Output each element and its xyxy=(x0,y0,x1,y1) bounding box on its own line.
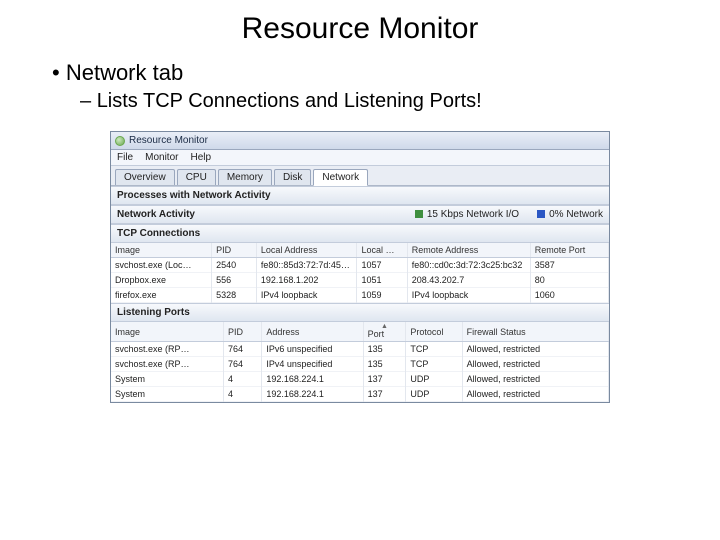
lp-col-image[interactable]: Image xyxy=(111,322,224,342)
tcp-connections-table: Image PID Local Address Local … Remote A… xyxy=(111,243,609,303)
tab-disk[interactable]: Disk xyxy=(274,169,311,185)
tcp-col-remote-address[interactable]: Remote Address xyxy=(407,243,530,258)
swatch-blue-icon xyxy=(537,210,545,218)
section-tcp-title: TCP Connections xyxy=(117,228,200,239)
table-row[interactable]: System 4 192.168.224.1 137 UDP Allowed, … xyxy=(111,387,609,402)
lp-header-row: Image PID Address ▲Port Protocol Firewal… xyxy=(111,322,609,342)
section-listening-header[interactable]: Listening Ports xyxy=(111,303,609,322)
menu-monitor[interactable]: Monitor xyxy=(145,152,178,163)
swatch-green-icon xyxy=(415,210,423,218)
bullet-level-1: Network tab xyxy=(52,60,690,86)
table-row[interactable]: System 4 192.168.224.1 137 UDP Allowed, … xyxy=(111,372,609,387)
table-row[interactable]: svchost.exe (Loc… 2540 fe80::85d3:72:7d:… xyxy=(111,258,609,273)
menu-file[interactable]: File xyxy=(117,152,133,163)
tcp-col-local-address[interactable]: Local Address xyxy=(256,243,357,258)
lp-col-port[interactable]: ▲Port xyxy=(363,322,406,342)
slide-title: Resource Monitor xyxy=(30,12,690,46)
section-processes-header[interactable]: Processes with Network Activity xyxy=(111,186,609,205)
tcp-col-image[interactable]: Image xyxy=(111,243,212,258)
menubar: File Monitor Help xyxy=(111,150,609,166)
tab-memory[interactable]: Memory xyxy=(218,169,272,185)
section-activity-title: Network Activity xyxy=(117,209,195,220)
tcp-header-row: Image PID Local Address Local … Remote A… xyxy=(111,243,609,258)
tabbar: Overview CPU Memory Disk Network xyxy=(111,166,609,186)
lp-col-pid[interactable]: PID xyxy=(224,322,262,342)
bullet-level-2: Lists TCP Connections and Listening Port… xyxy=(80,90,690,113)
tab-network[interactable]: Network xyxy=(313,169,368,186)
lp-col-protocol[interactable]: Protocol xyxy=(406,322,462,342)
lp-col-firewall[interactable]: Firewall Status xyxy=(462,322,608,342)
tab-overview[interactable]: Overview xyxy=(115,169,175,185)
table-row[interactable]: firefox.exe 5328 IPv4 loopback 1059 IPv4… xyxy=(111,288,609,303)
menu-help[interactable]: Help xyxy=(190,152,211,163)
table-row[interactable]: svchost.exe (RP… 764 IPv6 unspecified 13… xyxy=(111,342,609,357)
tcp-col-local-port[interactable]: Local … xyxy=(357,243,407,258)
app-icon xyxy=(115,136,125,146)
section-activity-header[interactable]: Network Activity 15 Kbps Network I/O 0% … xyxy=(111,205,609,224)
lp-col-address[interactable]: Address xyxy=(262,322,363,342)
tcp-col-remote-port[interactable]: Remote Port xyxy=(530,243,608,258)
network-io-indicator: 15 Kbps Network I/O xyxy=(415,209,519,220)
window-title: Resource Monitor xyxy=(129,135,208,146)
network-util-indicator: 0% Network xyxy=(537,209,603,220)
table-row[interactable]: Dropbox.exe 556 192.168.1.202 1051 208.4… xyxy=(111,273,609,288)
tcp-col-pid[interactable]: PID xyxy=(212,243,257,258)
resource-monitor-window: Resource Monitor File Monitor Help Overv… xyxy=(110,131,610,403)
table-row[interactable]: svchost.exe (RP… 764 IPv4 unspecified 13… xyxy=(111,357,609,372)
tab-cpu[interactable]: CPU xyxy=(177,169,216,185)
window-titlebar[interactable]: Resource Monitor xyxy=(111,132,609,150)
section-listening-title: Listening Ports xyxy=(117,307,190,318)
section-tcp-header[interactable]: TCP Connections xyxy=(111,224,609,243)
listening-ports-table: Image PID Address ▲Port Protocol Firewal… xyxy=(111,322,609,402)
section-processes-title: Processes with Network Activity xyxy=(117,190,271,201)
